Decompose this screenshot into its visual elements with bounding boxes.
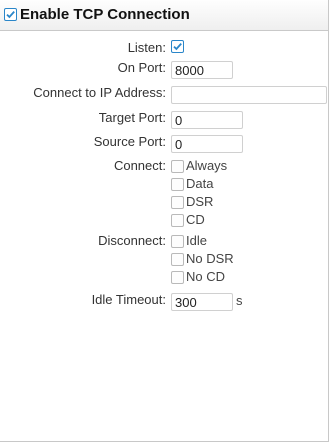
disconnect-no-cd-label: No CD <box>186 269 226 284</box>
idle-timeout-unit: s <box>236 293 243 308</box>
idle-timeout-input[interactable] <box>171 293 233 311</box>
panel-header: Enable TCP Connection <box>0 0 328 31</box>
tcp-connection-panel: Enable TCP Connection Listen: On Port: C… <box>0 0 329 442</box>
disconnect-no-dsr-label: No DSR <box>186 251 234 266</box>
connect-dsr-label: DSR <box>186 194 214 209</box>
checkmark-icon <box>173 43 182 51</box>
disconnect-idle-label: Idle <box>186 233 207 248</box>
target-port-label: Target Port: <box>98 110 166 125</box>
connect-cd-label: CD <box>186 212 205 227</box>
connect-cd-checkbox[interactable] <box>171 214 184 227</box>
disconnect-label: Disconnect: <box>98 233 166 248</box>
connect-dsr-checkbox[interactable] <box>171 196 184 209</box>
connect-always-checkbox[interactable] <box>171 160 184 173</box>
connect-ip-input[interactable] <box>171 86 327 104</box>
on-port-label: On Port: <box>117 60 166 75</box>
idle-timeout-label: Idle Timeout: <box>91 292 166 307</box>
on-port-input[interactable] <box>171 61 233 79</box>
source-port-input[interactable] <box>171 135 243 153</box>
source-port-label: Source Port: <box>93 134 166 149</box>
disconnect-idle-checkbox[interactable] <box>171 235 184 248</box>
target-port-input[interactable] <box>171 111 243 129</box>
enable-tcp-checkbox[interactable] <box>4 8 17 21</box>
connect-always-label: Always <box>186 158 228 173</box>
connect-label: Connect: <box>113 158 166 173</box>
listen-checkbox[interactable] <box>171 40 184 53</box>
panel-title: Enable TCP Connection <box>20 6 190 23</box>
checkmark-icon <box>6 11 15 19</box>
disconnect-no-dsr-checkbox[interactable] <box>171 253 184 266</box>
connect-data-label: Data <box>186 176 214 191</box>
connect-ip-label: Connect to IP Address: <box>33 85 166 100</box>
connect-data-checkbox[interactable] <box>171 178 184 191</box>
disconnect-no-cd-checkbox[interactable] <box>171 271 184 284</box>
listen-label: Listen: <box>127 40 166 55</box>
